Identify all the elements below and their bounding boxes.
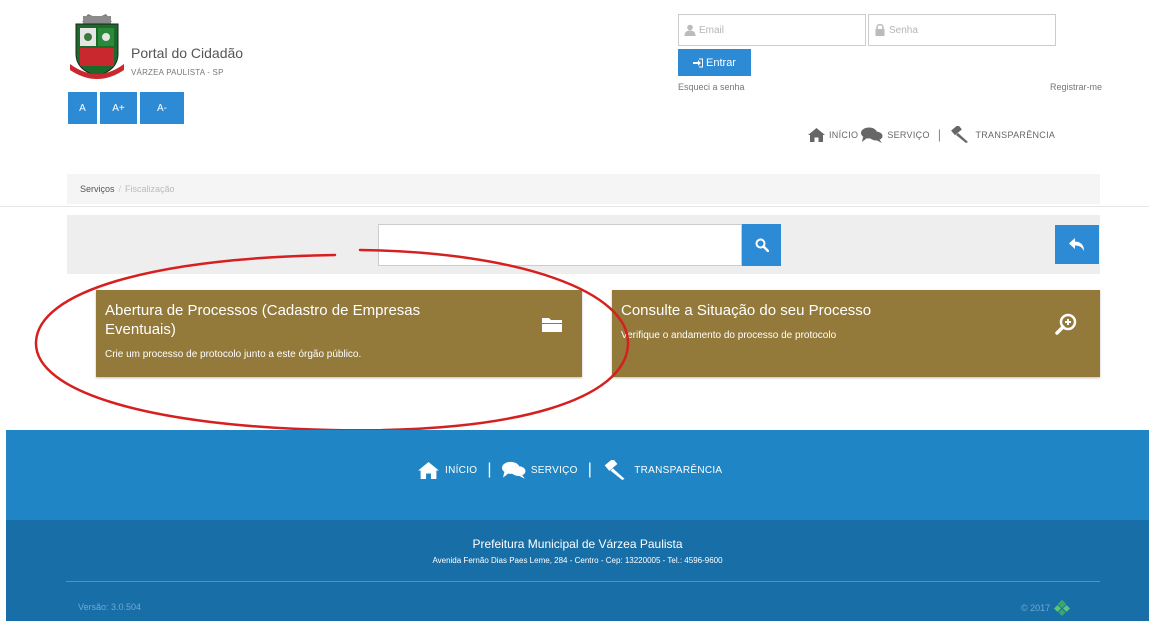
nav-item-servico[interactable]: SERVIÇO bbox=[861, 127, 929, 143]
font-size-controls: A A+ A- bbox=[68, 92, 184, 124]
search-icon bbox=[755, 238, 769, 252]
city-coat-of-arms-logo bbox=[70, 14, 124, 79]
footer-org-name: Prefeitura Municipal de Várzea Paulista bbox=[472, 537, 683, 551]
service-card-consulte-situacao[interactable]: Consulte a Situação do seu Processo Veri… bbox=[612, 290, 1100, 377]
password-field[interactable]: Senha bbox=[868, 14, 1056, 46]
search-button[interactable] bbox=[742, 224, 781, 266]
service-card-abertura-processos[interactable]: Abertura de Processos (Cadastro de Empre… bbox=[96, 290, 582, 377]
footer-copyright-text: © 2017 bbox=[1021, 603, 1051, 613]
breadcrumb: Serviços / Fiscalização bbox=[67, 174, 1100, 204]
footer-version: Versão: 3.0.504 bbox=[78, 602, 142, 612]
forgot-password-link[interactable]: Esqueci a senha bbox=[678, 82, 745, 92]
register-link[interactable]: Registrar-me bbox=[1050, 82, 1102, 92]
font-decrease-button[interactable]: A- bbox=[140, 92, 184, 124]
password-placeholder: Senha bbox=[889, 24, 918, 36]
footer-divider bbox=[66, 581, 1100, 582]
card-title: Consulte a Situação do seu Processo bbox=[621, 302, 872, 319]
font-increase-button[interactable]: A+ bbox=[100, 92, 137, 124]
footer-nav-inicio[interactable]: INÍCIO bbox=[418, 461, 478, 479]
footer-info: Prefeitura Municipal de Várzea Paulista … bbox=[6, 520, 1149, 621]
home-icon bbox=[418, 461, 439, 479]
footer-nav-servico[interactable]: SERVIÇO bbox=[501, 461, 578, 479]
nav-item-transparencia[interactable]: TRANSPARÊNCIA bbox=[949, 126, 1055, 143]
header-divider bbox=[0, 206, 1149, 207]
nav-item-label: INÍCIO bbox=[829, 129, 859, 140]
login-button[interactable]: Entrar bbox=[678, 49, 751, 76]
sign-in-icon bbox=[693, 58, 704, 67]
portal-title: Portal do Cidadão bbox=[131, 45, 244, 61]
gavel-icon bbox=[604, 460, 625, 480]
nav-item-label: TRANSPARÊNCIA bbox=[975, 129, 1056, 140]
developer-logo-icon bbox=[1054, 600, 1071, 616]
search-input[interactable] bbox=[378, 224, 742, 266]
reply-icon bbox=[1069, 237, 1084, 251]
nav-item-inicio[interactable]: INÍCIO bbox=[808, 127, 859, 142]
footer-copyright: © 2017 bbox=[1021, 600, 1071, 616]
user-icon bbox=[684, 24, 696, 36]
gavel-icon bbox=[951, 126, 969, 143]
home-icon bbox=[808, 127, 825, 142]
login-button-label: Entrar bbox=[706, 56, 736, 69]
email-field[interactable]: Email bbox=[678, 14, 866, 46]
email-placeholder: Email bbox=[699, 24, 725, 36]
footer-nav-label: INÍCIO bbox=[445, 464, 478, 476]
footer-nav-transparencia[interactable]: TRANSPARÊNCIA bbox=[602, 460, 722, 480]
breadcrumb-servicos[interactable]: Serviços bbox=[80, 184, 115, 194]
breadcrumb-separator: / bbox=[118, 184, 122, 194]
top-nav: INÍCIO SERVIÇO | TRANSPARÊNCIA bbox=[808, 126, 1055, 143]
card-description: Crie um processo de protocolo junto a es… bbox=[105, 349, 362, 360]
portal-subtitle: VÁRZEA PAULISTA - SP bbox=[131, 68, 224, 77]
comments-icon bbox=[861, 127, 883, 143]
nav-separator: | bbox=[937, 127, 942, 142]
footer-nav-label: SERVIÇO bbox=[530, 464, 578, 476]
footer-nav-separator: | bbox=[587, 461, 593, 478]
footer-nav: INÍCIO | SERVIÇO | TRANSPARÊNCIA bbox=[418, 460, 722, 480]
search-plus-icon bbox=[1055, 313, 1077, 335]
comments-icon bbox=[501, 461, 526, 479]
breadcrumb-fiscalizacao: Fiscalização bbox=[125, 184, 175, 194]
footer-nav-label: TRANSPARÊNCIA bbox=[634, 464, 723, 476]
footer-nav-separator: | bbox=[487, 461, 492, 478]
back-button[interactable] bbox=[1055, 225, 1099, 264]
footer-address: Avenida Fernão Dias Paes Leme, 284 - Cen… bbox=[432, 556, 723, 565]
font-normal-button[interactable]: A bbox=[68, 92, 97, 124]
card-title: Abertura de Processos (Cadastro de Empre… bbox=[105, 302, 421, 338]
lock-icon bbox=[875, 24, 885, 36]
card-description: Verifique o andamento do processo de pro… bbox=[621, 330, 837, 341]
nav-item-label: SERVIÇO bbox=[887, 129, 930, 140]
folder-open-icon bbox=[542, 318, 562, 332]
